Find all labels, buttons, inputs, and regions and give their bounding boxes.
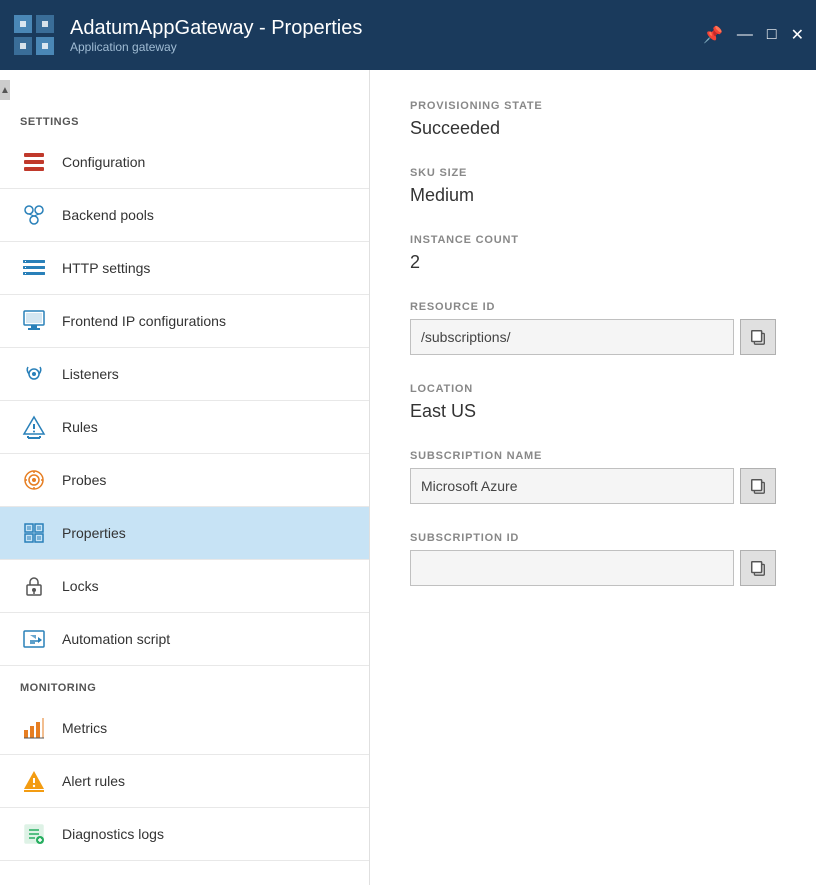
sku-size-label: SKU SIZE xyxy=(410,167,776,179)
sidebar-item-configuration[interactable]: Configuration xyxy=(0,136,369,189)
instance-count-group: INSTANCE COUNT 2 xyxy=(410,234,776,273)
pin-icon[interactable]: 📌 xyxy=(703,25,723,45)
sidebar: ▲ SETTINGS Configuration xyxy=(0,70,370,885)
backend-icon xyxy=(20,201,48,229)
sidebar-item-http-label: HTTP settings xyxy=(62,260,150,276)
window-controls: 📌 — □ ✕ xyxy=(703,25,804,45)
instance-count-label: INSTANCE COUNT xyxy=(410,234,776,246)
sidebar-item-probes[interactable]: Probes xyxy=(0,454,369,507)
sidebar-item-alert-label: Alert rules xyxy=(62,773,125,789)
monitoring-section-label: MONITORING xyxy=(0,666,369,702)
sidebar-item-rules-label: Rules xyxy=(62,419,98,435)
sidebar-item-listeners[interactable]: Listeners xyxy=(0,348,369,401)
sidebar-item-probes-label: Probes xyxy=(62,472,106,488)
sidebar-item-properties-label: Properties xyxy=(62,525,126,541)
location-label: LOCATION xyxy=(410,383,776,395)
app-logo xyxy=(12,13,56,57)
scroll-up-button[interactable]: ▲ xyxy=(0,80,10,100)
config-icon xyxy=(20,148,48,176)
frontend-icon xyxy=(20,307,48,335)
sidebar-item-http-settings[interactable]: HTTP settings xyxy=(0,242,369,295)
sidebar-item-backend-label: Backend pools xyxy=(62,207,154,223)
subscription-id-input[interactable] xyxy=(410,550,734,586)
http-icon xyxy=(20,254,48,282)
provisioning-state-group: PROVISIONING STATE Succeeded xyxy=(410,100,776,139)
sidebar-item-listeners-label: Listeners xyxy=(62,366,119,382)
settings-section-label: SETTINGS xyxy=(0,100,369,136)
subscription-name-input[interactable] xyxy=(410,468,734,504)
subscription-name-copy-button[interactable] xyxy=(740,468,776,504)
sidebar-item-locks[interactable]: Locks xyxy=(0,560,369,613)
subscription-id-group: SUBSCRIPTION ID xyxy=(410,532,776,586)
sidebar-item-diagnostics-logs[interactable]: Diagnostics logs xyxy=(0,808,369,861)
rules-icon xyxy=(20,413,48,441)
metrics-icon xyxy=(20,714,48,742)
subscription-name-row xyxy=(410,468,776,504)
sku-size-group: SKU SIZE Medium xyxy=(410,167,776,206)
close-button[interactable]: ✕ xyxy=(791,25,804,45)
subscription-name-group: SUBSCRIPTION NAME xyxy=(410,450,776,504)
resource-id-label: RESOURCE ID xyxy=(410,301,776,313)
probes-icon xyxy=(20,466,48,494)
locks-icon xyxy=(20,572,48,600)
listener-icon xyxy=(20,360,48,388)
minimize-button[interactable]: — xyxy=(737,26,753,44)
subscription-id-label: SUBSCRIPTION ID xyxy=(410,532,776,544)
resource-id-group: RESOURCE ID xyxy=(410,301,776,355)
sku-size-value: Medium xyxy=(410,185,776,206)
properties-icon xyxy=(20,519,48,547)
sidebar-item-rules[interactable]: Rules xyxy=(0,401,369,454)
sidebar-item-alert-rules[interactable]: Alert rules xyxy=(0,755,369,808)
content-area: PROVISIONING STATE Succeeded SKU SIZE Me… xyxy=(370,70,816,885)
sidebar-item-frontend-ip[interactable]: Frontend IP configurations xyxy=(0,295,369,348)
sidebar-item-configuration-label: Configuration xyxy=(62,154,145,170)
sidebar-item-frontend-label: Frontend IP configurations xyxy=(62,313,226,329)
window-title: AdatumAppGateway - Properties xyxy=(70,17,703,40)
resource-id-row xyxy=(410,319,776,355)
provisioning-state-value: Succeeded xyxy=(410,118,776,139)
window-subtitle: Application gateway xyxy=(70,40,703,54)
sidebar-item-metrics[interactable]: Metrics xyxy=(0,702,369,755)
instance-count-value: 2 xyxy=(410,252,776,273)
sidebar-item-backend-pools[interactable]: Backend pools xyxy=(0,189,369,242)
subscription-name-label: SUBSCRIPTION NAME xyxy=(410,450,776,462)
subscription-id-copy-button[interactable] xyxy=(740,550,776,586)
automation-icon xyxy=(20,625,48,653)
sidebar-item-metrics-label: Metrics xyxy=(62,720,107,736)
resource-id-copy-button[interactable] xyxy=(740,319,776,355)
sidebar-item-locks-label: Locks xyxy=(62,578,99,594)
provisioning-state-label: PROVISIONING STATE xyxy=(410,100,776,112)
diag-icon xyxy=(20,820,48,848)
location-value: East US xyxy=(410,401,776,422)
title-bar: AdatumAppGateway - Properties Applicatio… xyxy=(0,0,816,70)
subscription-id-row xyxy=(410,550,776,586)
location-group: LOCATION East US xyxy=(410,383,776,422)
main-layout: ▲ SETTINGS Configuration xyxy=(0,70,816,885)
restore-button[interactable]: □ xyxy=(767,26,777,44)
sidebar-item-automation-script[interactable]: Automation script xyxy=(0,613,369,666)
sidebar-item-properties[interactable]: Properties xyxy=(0,507,369,560)
title-text: AdatumAppGateway - Properties Applicatio… xyxy=(70,17,703,54)
resource-id-input[interactable] xyxy=(410,319,734,355)
alert-icon xyxy=(20,767,48,795)
sidebar-item-automation-label: Automation script xyxy=(62,631,170,647)
sidebar-item-diagnostics-label: Diagnostics logs xyxy=(62,826,164,842)
